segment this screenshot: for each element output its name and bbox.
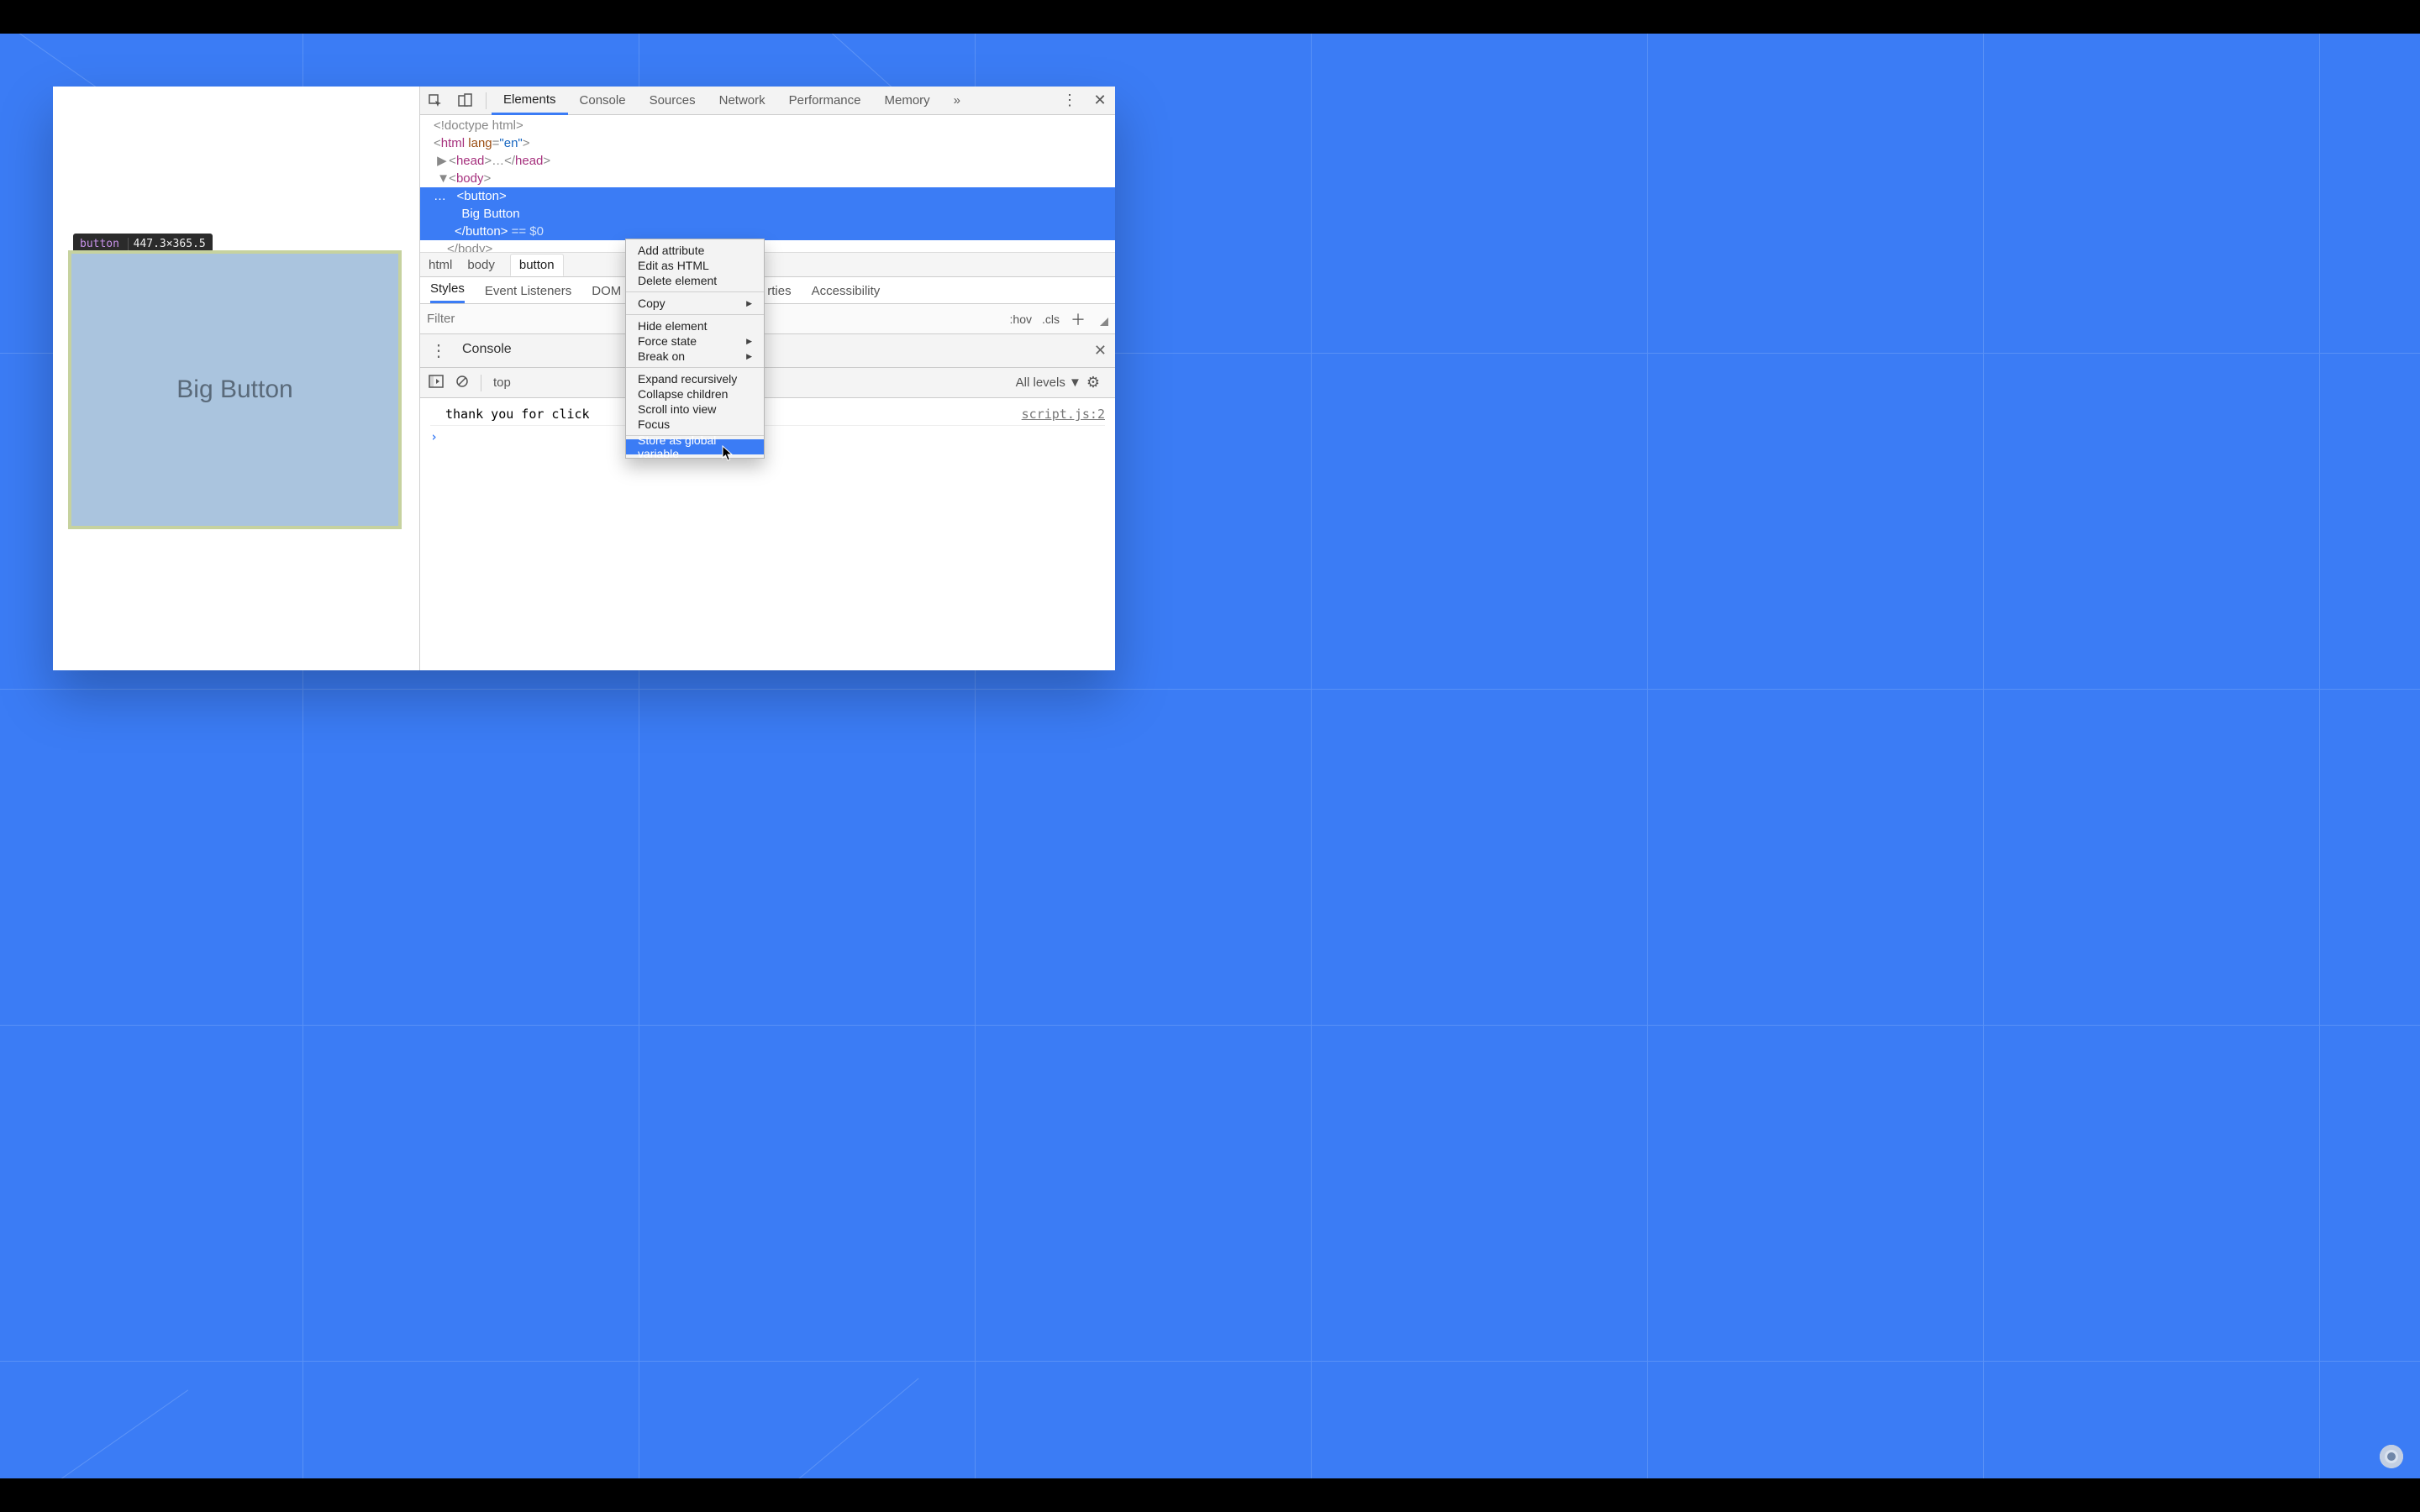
console-log-source[interactable]: script.js:2 <box>1022 407 1105 422</box>
ctx-force-state[interactable]: Force state <box>626 333 764 349</box>
new-style-rule-icon[interactable]: ＋ <box>1070 311 1086 328</box>
breadcrumb[interactable]: html body button <box>420 252 1115 277</box>
tab-console[interactable]: Console <box>568 87 638 115</box>
mouse-cursor-icon <box>722 445 734 462</box>
console-log-text: thank you for click <box>430 407 590 422</box>
big-button-label: Big Button <box>176 375 292 404</box>
dom-selected-node[interactable]: … <button> <box>420 187 1115 205</box>
ctx-collapse-children[interactable]: Collapse children <box>626 386 764 402</box>
close-drawer-icon[interactable]: ✕ <box>1094 342 1107 360</box>
hov-toggle[interactable]: :hov <box>1010 312 1032 326</box>
context-menu[interactable]: Add attribute Edit as HTML Delete elemen… <box>625 239 765 459</box>
browser-devtools-window: button 447.3×365.5 Big Button Elements C… <box>53 87 1115 670</box>
subtab-properties[interactable]: rties <box>767 284 791 303</box>
tab-performance[interactable]: Performance <box>777 87 873 115</box>
big-button[interactable]: Big Button <box>68 250 402 529</box>
close-devtools-icon[interactable]: ✕ <box>1085 87 1115 115</box>
ctx-hide-element[interactable]: Hide element <box>626 318 764 333</box>
console-prompt-icon[interactable]: › <box>430 426 1105 444</box>
console-sidebar-toggle-icon[interactable] <box>429 375 444 391</box>
subtab-event-listeners[interactable]: Event Listeners <box>485 284 571 303</box>
drawer-menu-icon[interactable]: ⋮ <box>427 340 450 361</box>
ctx-focus[interactable]: Focus <box>626 417 764 432</box>
kebab-menu-icon[interactable]: ⋮ <box>1055 87 1085 115</box>
ctx-expand-recursively[interactable]: Expand recursively <box>626 371 764 386</box>
console-context-select[interactable]: top <box>493 375 511 390</box>
tab-elements[interactable]: Elements <box>492 87 568 115</box>
dom-tree[interactable]: <!doctype html> <html lang="en"> ▶<head>… <box>420 115 1115 252</box>
ctx-copy[interactable]: Copy <box>626 296 764 311</box>
ctx-scroll-into-view[interactable]: Scroll into view <box>626 402 764 417</box>
breadcrumb-body[interactable]: body <box>467 258 495 272</box>
subtab-dom-breakpoints[interactable]: DOM <box>592 284 621 303</box>
tab-memory[interactable]: Memory <box>873 87 942 115</box>
ctx-edit-as-html[interactable]: Edit as HTML <box>626 258 764 273</box>
console-toolbar: top All levels ▼ ⚙ <box>420 368 1115 398</box>
resize-corner-icon[interactable] <box>1100 318 1108 326</box>
devtools-panel: Elements Console Sources Network Perform… <box>419 87 1115 670</box>
ctx-break-on[interactable]: Break on <box>626 349 764 364</box>
ctx-store-as-global-variable[interactable]: Store as global variable <box>626 439 764 454</box>
ctx-delete-element[interactable]: Delete element <box>626 273 764 288</box>
breadcrumb-html[interactable]: html <box>429 258 452 272</box>
styles-subtabs: Styles Event Listeners DOM rties Accessi… <box>420 277 1115 304</box>
styles-filter-row: :hov .cls ＋ <box>420 304 1115 334</box>
subtab-accessibility[interactable]: Accessibility <box>812 284 881 303</box>
styles-filter-input[interactable] <box>427 312 603 326</box>
inspect-tooltip-tag: button <box>80 238 119 250</box>
console-drawer-header: ⋮ Console ✕ <box>420 334 1115 368</box>
subtab-styles[interactable]: Styles <box>430 281 465 303</box>
inspect-tooltip-dimensions: 447.3×365.5 <box>128 238 206 250</box>
device-toggle-icon[interactable] <box>450 87 481 115</box>
tabs-overflow-icon[interactable]: » <box>942 87 972 115</box>
cls-toggle[interactable]: .cls <box>1042 312 1060 326</box>
console-output[interactable]: thank you for click script.js:2 › <box>420 398 1115 670</box>
breadcrumb-button[interactable]: button <box>510 254 564 276</box>
tab-sources[interactable]: Sources <box>638 87 708 115</box>
tab-network[interactable]: Network <box>708 87 777 115</box>
presentation-background: button 447.3×365.5 Big Button Elements C… <box>0 34 2420 1478</box>
rendered-page-pane: button 447.3×365.5 Big Button <box>53 87 419 670</box>
drawer-tab-console[interactable]: Console <box>450 334 523 368</box>
log-levels-select[interactable]: All levels ▼ <box>1016 375 1081 390</box>
clear-console-icon[interactable] <box>455 375 469 391</box>
devtools-toolbar: Elements Console Sources Network Perform… <box>420 87 1115 115</box>
console-settings-icon[interactable]: ⚙ <box>1086 374 1100 391</box>
inspect-icon[interactable] <box>420 87 450 115</box>
ctx-add-attribute[interactable]: Add attribute <box>626 243 764 258</box>
chrome-logo-icon <box>2380 1445 2403 1468</box>
console-log-row: thank you for click script.js:2 <box>430 403 1105 426</box>
